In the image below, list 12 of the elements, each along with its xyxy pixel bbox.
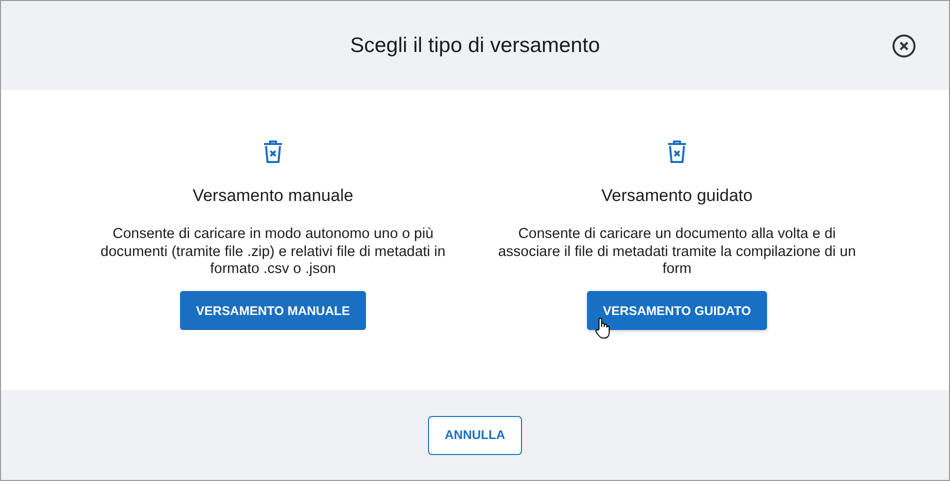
- option-description: Consente di caricare un documento alla volta e di associare il file di metadati tramite la compilazione di un form: [497, 226, 857, 279]
- dialog-title: Scegli il tipo di versamento: [350, 34, 600, 58]
- option-button[interactable]: VERSAMENTO MANUALE: [180, 291, 366, 330]
- option-title: Versamento manuale: [192, 186, 354, 206]
- option-title: Versamento guidato: [601, 186, 753, 206]
- close-icon[interactable]: [892, 34, 916, 58]
- option-description: Consente di caricare in modo autonomo uno o più documenti (tramite file .zip) e relativi file di metadati in formato .csv o .json: [100, 226, 446, 279]
- option-button[interactable]: VERSAMENTO GUIDATO: [587, 291, 767, 330]
- trash-icon: [262, 140, 284, 164]
- cancel-button[interactable]: ANNULLA: [428, 416, 522, 454]
- hand-cursor-icon: [595, 317, 612, 339]
- trash-icon: [666, 140, 688, 164]
